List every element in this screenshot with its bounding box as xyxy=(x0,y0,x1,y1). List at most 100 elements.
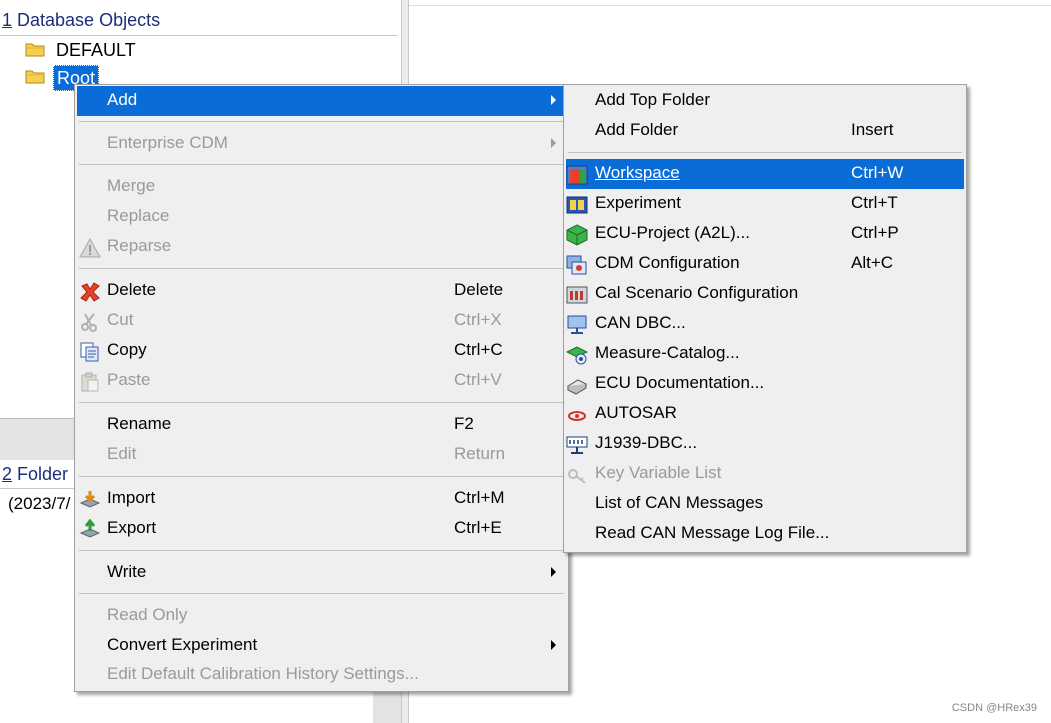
menu-item-cdm-configuration[interactable]: CDM Configuration Alt+C xyxy=(566,249,964,279)
menu-item-label: CAN DBC... xyxy=(595,313,686,332)
menu-item-add-top-folder[interactable]: Add Top Folder xyxy=(566,86,964,116)
menu-separator xyxy=(79,268,564,269)
menu-item-label: Experiment xyxy=(595,193,681,212)
menu-item-label: Edit xyxy=(107,444,137,463)
menu-item-label: Workspace xyxy=(595,163,680,182)
header-divider xyxy=(0,35,398,36)
menu-item-add-folder[interactable]: Add Folder Insert xyxy=(566,116,964,146)
menu-item-ecu-project[interactable]: ECU-Project (A2L)... Ctrl+P xyxy=(566,219,964,249)
menu-item-can-dbc[interactable]: CAN DBC... xyxy=(566,309,964,339)
submenu-arrow-icon xyxy=(551,640,556,650)
folder-icon xyxy=(25,70,45,84)
pane-border xyxy=(409,5,1051,6)
menu-item-label: J1939-DBC... xyxy=(595,433,698,452)
j1939-icon xyxy=(566,436,588,454)
menu-item-label: Merge xyxy=(107,176,156,195)
cdm-config-icon xyxy=(566,255,587,275)
menu-item-shortcut: Ctrl+T xyxy=(851,193,898,212)
menu-separator xyxy=(79,550,564,551)
menu-separator xyxy=(79,402,564,403)
header-number: 1 xyxy=(2,10,13,30)
menu-item-merge[interactable]: Merge xyxy=(77,172,566,202)
menu-item-j1939-dbc[interactable]: J1939-DBC... xyxy=(566,429,964,459)
menu-item-workspace[interactable]: Workspace Ctrl+W xyxy=(566,159,964,189)
header-text: Folder ( xyxy=(12,464,80,484)
menu-item-shortcut: Ctrl+X xyxy=(454,310,502,329)
can-dbc-icon xyxy=(567,315,587,334)
header-text: Database Objects xyxy=(12,10,161,30)
menu-item-list-can-messages[interactable]: List of CAN Messages xyxy=(566,489,964,519)
header-number: 2 xyxy=(2,464,13,484)
menu-item-shortcut: Ctrl+E xyxy=(454,518,502,537)
menu-item-import[interactable]: Import Ctrl+M xyxy=(77,484,566,514)
menu-item-shortcut: Ctrl+P xyxy=(851,223,899,242)
menu-item-label: Enterprise CDM xyxy=(107,133,228,152)
cal-scenario-icon xyxy=(566,286,588,304)
export-icon xyxy=(79,519,101,538)
menu-item-shortcut: Ctrl+W xyxy=(851,163,904,182)
menu-item-add[interactable]: Add xyxy=(77,86,566,116)
delete-icon xyxy=(80,282,100,302)
menu-item-label: Convert Experiment xyxy=(107,635,258,654)
copy-icon xyxy=(80,342,99,362)
menu-item-copy[interactable]: Copy Ctrl+C xyxy=(77,336,566,366)
database-objects-header[interactable]: 1 Database Objects xyxy=(2,10,160,31)
menu-item-convert-experiment[interactable]: Convert Experiment xyxy=(77,631,566,661)
menu-item-label: Export xyxy=(107,518,157,537)
menu-item-paste[interactable]: Paste Ctrl+V xyxy=(77,366,566,396)
menu-item-label: Key Variable List xyxy=(595,463,722,482)
menu-separator xyxy=(79,476,564,477)
add-submenu: Add Top Folder Add Folder Insert Workspa… xyxy=(563,84,967,553)
menu-item-export[interactable]: Export Ctrl+E xyxy=(77,514,566,544)
menu-item-shortcut: Return xyxy=(454,444,506,463)
menu-item-label: Rename xyxy=(107,414,172,433)
menu-item-label: Cut xyxy=(107,310,134,329)
submenu-arrow-icon xyxy=(551,138,556,148)
menu-item-autosar[interactable]: AUTOSAR xyxy=(566,399,964,429)
menu-item-delete[interactable]: Delete Delete xyxy=(77,276,566,306)
menu-item-read-can-log[interactable]: Read CAN Message Log File... xyxy=(566,519,964,549)
menu-separator xyxy=(79,121,564,122)
menu-item-key-variable-list[interactable]: Key Variable List xyxy=(566,459,964,489)
menu-item-label: Read CAN Message Log File... xyxy=(595,523,830,542)
menu-item-rename[interactable]: Rename F2 xyxy=(77,410,566,440)
menu-item-cut[interactable]: Cut Ctrl+X xyxy=(77,306,566,336)
menu-item-replace[interactable]: Replace xyxy=(77,202,566,232)
menu-item-label: Delete xyxy=(107,280,157,299)
menu-item-read-only[interactable]: Read Only xyxy=(77,601,566,631)
menu-item-label: ECU Documentation... xyxy=(595,373,765,392)
menu-item-label: List of CAN Messages xyxy=(595,493,764,512)
menu-item-edit[interactable]: Edit Return xyxy=(77,440,566,470)
scissors-icon xyxy=(81,313,97,332)
menu-item-shortcut: Ctrl+V xyxy=(454,370,502,389)
menu-item-label: Read Only xyxy=(107,605,188,624)
menu-item-label: Copy xyxy=(107,340,147,359)
folder-date-text: (2023/7/ xyxy=(8,494,71,513)
menu-separator xyxy=(568,152,962,153)
menu-item-label: Reparse xyxy=(107,236,172,255)
menu-item-write[interactable]: Write xyxy=(77,558,566,588)
menu-item-experiment[interactable]: Experiment Ctrl+T xyxy=(566,189,964,219)
menu-item-reparse[interactable]: Reparse xyxy=(77,232,566,262)
menu-separator xyxy=(79,164,564,165)
measure-catalog-icon xyxy=(566,346,588,365)
menu-item-label: Add xyxy=(107,90,138,109)
menu-item-enterprise-cdm[interactable]: Enterprise CDM xyxy=(77,129,566,159)
experiment-icon xyxy=(566,196,588,214)
menu-item-shortcut: F2 xyxy=(454,414,474,433)
autosar-icon xyxy=(568,411,586,421)
menu-item-ecu-documentation[interactable]: ECU Documentation... xyxy=(566,369,964,399)
context-menu: Add Enterprise CDM Merge Replace Reparse… xyxy=(74,84,569,692)
tree-node-label: DEFAULT xyxy=(56,40,136,60)
menu-item-label: Edit Default Calibration History Setting… xyxy=(107,664,419,683)
menu-item-cal-scenario[interactable]: Cal Scenario Configuration xyxy=(566,279,964,309)
menu-item-label: Measure-Catalog... xyxy=(595,343,740,362)
menu-item-label: Add Folder xyxy=(595,120,679,139)
menu-item-edit-default-calibration[interactable]: Edit Default Calibration History Setting… xyxy=(77,660,566,690)
submenu-arrow-icon xyxy=(551,567,556,577)
menu-item-measure-catalog[interactable]: Measure-Catalog... xyxy=(566,339,964,369)
watermark: CSDN @HRex39 xyxy=(951,702,1037,714)
workspace-icon xyxy=(566,165,588,185)
menu-item-shortcut: Ctrl+M xyxy=(454,488,505,507)
folder-header[interactable]: 2 Folder ( xyxy=(2,464,79,485)
